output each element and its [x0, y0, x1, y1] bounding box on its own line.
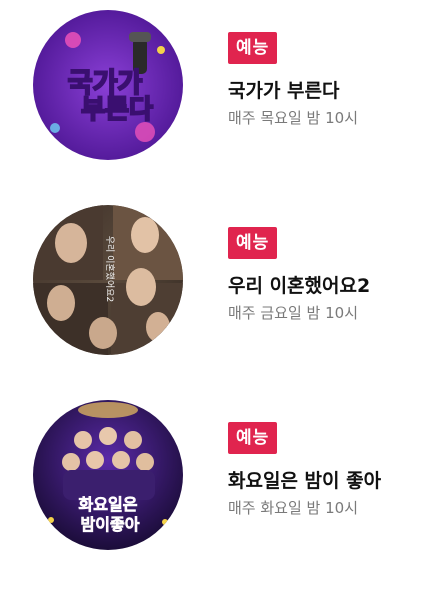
program-title[interactable]: 우리 이혼했어요2	[228, 271, 370, 298]
program-schedule: 매주 화요일 밤 10시	[228, 499, 358, 517]
program-title[interactable]: 화요일은 밤이 좋아	[228, 466, 381, 493]
program-thumbnail[interactable]: 우리 이혼했어요2	[33, 205, 183, 355]
thumb-text-line1: 화요일은	[79, 495, 138, 514]
program-schedule: 매주 금요일 밤 10시	[228, 304, 358, 322]
program-thumbnail[interactable]: 화요일은 밤이좋아	[33, 400, 183, 550]
program-item-divorce[interactable]: 우리 이혼했어요2 예능 우리 이혼했어요2 매주 금요일 밤 10시	[0, 205, 424, 365]
category-badge: 예능	[228, 422, 278, 454]
thumb-text-line2: 부른다	[81, 95, 153, 125]
category-badge: 예능	[228, 227, 278, 259]
program-thumbnail[interactable]: 국가가 부른다	[33, 10, 183, 160]
thumbnail-image-tuesday: 화요일은 밤이좋아	[33, 400, 183, 550]
program-item-tuesday[interactable]: 화요일은 밤이좋아 예능 화요일은 밤이 좋아 매주 화요일 밤 10시	[0, 400, 424, 560]
thumbnail-image-gukga: 국가가 부른다	[33, 10, 183, 160]
category-badge: 예능	[228, 32, 278, 64]
program-list: 국가가 부른다 예능 국가가 부른다 매주 목요일 밤 10시 우리 이혼했어요…	[0, 0, 424, 597]
thumb-text-line2: 밤이좋아	[81, 515, 140, 534]
program-title[interactable]: 국가가 부른다	[228, 76, 340, 103]
thumbnail-image-divorce: 우리 이혼했어요2	[33, 205, 183, 355]
program-schedule: 매주 목요일 밤 10시	[228, 109, 358, 127]
thumb-text-line1: 우리 이혼했어요2	[104, 236, 116, 303]
program-item-gukga[interactable]: 국가가 부른다 예능 국가가 부른다 매주 목요일 밤 10시	[0, 10, 424, 170]
